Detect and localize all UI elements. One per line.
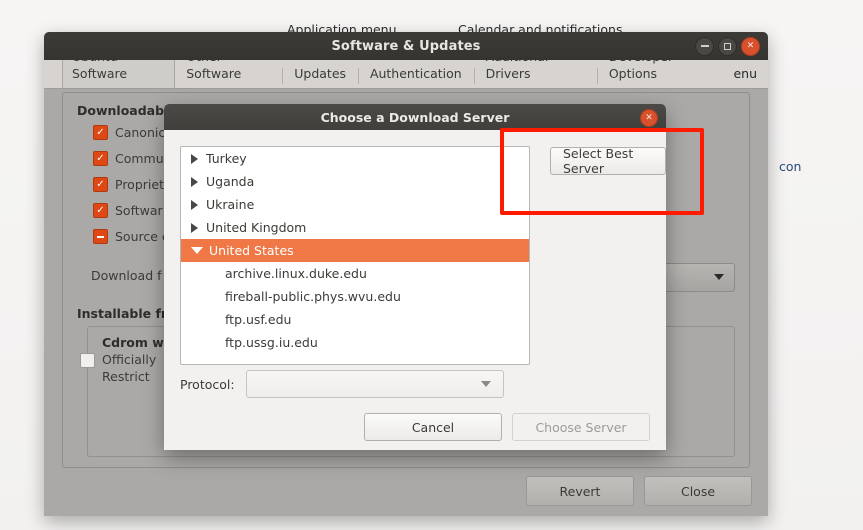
list-item-label: Turkey (206, 151, 247, 166)
window-title: Software & Updates (331, 38, 481, 54)
tab-separator (282, 68, 284, 84)
maximize-button[interactable] (718, 36, 737, 56)
tab-authentication[interactable]: Authentication (360, 61, 472, 88)
list-item-label: archive.linux.duke.edu (225, 266, 367, 281)
protocol-row: Protocol: (180, 370, 504, 398)
checkbox-checked-icon: ✓ (93, 151, 108, 166)
tab-overflow-fragment[interactable]: enu (723, 61, 767, 88)
chevron-down-icon (480, 381, 491, 387)
chevron-right-icon (191, 222, 198, 233)
checkbox-mixed-icon (93, 229, 108, 244)
download-from-label: Download f (91, 268, 162, 283)
list-item-country[interactable]: Turkey (181, 147, 529, 170)
tab-separator (358, 68, 359, 84)
checkbox-checked-icon: ✓ (93, 177, 108, 192)
close-icon: ✕ (746, 40, 755, 51)
tab-updates[interactable]: Updates (284, 61, 356, 88)
window-titlebar[interactable]: Software & Updates ✕ (44, 32, 768, 60)
chevron-right-icon (191, 153, 198, 164)
minimize-button[interactable] (695, 36, 714, 56)
close-button[interactable]: Close (644, 476, 752, 506)
checkbox-checked-icon: ✓ (93, 203, 108, 218)
select-best-server-button[interactable]: Select Best Server (550, 146, 666, 176)
cancel-button[interactable]: Cancel (364, 413, 502, 441)
dialog-close-button[interactable]: ✕ (640, 109, 658, 127)
source-checkbox-software[interactable]: ✓ Softwar (93, 203, 163, 218)
source-checkbox-canonical[interactable]: ✓ Canonica (93, 125, 173, 140)
select-best-server-wrap: Select Best Server (550, 146, 666, 176)
chevron-down-icon (191, 247, 203, 254)
installable-heading: Installable fr (77, 306, 168, 321)
source-label: Softwar (115, 203, 163, 218)
list-item-country[interactable]: United Kingdom (181, 216, 529, 239)
source-checkbox-proprietary[interactable]: ✓ Propriet (93, 177, 164, 192)
minimize-icon (700, 45, 709, 47)
source-checkbox-community[interactable]: ✓ Commun (93, 151, 172, 166)
list-item-label: Ukraine (206, 197, 255, 212)
revert-button[interactable]: Revert (526, 476, 634, 506)
tab-separator (473, 68, 475, 84)
checkbox-checked-icon: ✓ (93, 125, 108, 140)
cdrom-checkbox[interactable] (80, 353, 95, 368)
list-item-label: United States (209, 243, 294, 258)
chevron-right-icon (191, 199, 198, 210)
dialog-titlebar[interactable]: Choose a Download Server ✕ (164, 104, 666, 130)
list-item-label: ftp.ussg.iu.edu (225, 335, 318, 350)
source-checkbox-source-code[interactable]: Source c (93, 229, 169, 244)
dialog-actions: Cancel Choose Server (364, 413, 650, 441)
desktop-label-icon-fragment: con (779, 159, 802, 174)
chevron-down-icon (714, 274, 724, 280)
tab-bar: Ubuntu Software Other Software Updates A… (44, 44, 768, 89)
cdrom-title: Cdrom w (102, 335, 164, 350)
cdrom-line-1: Officially (102, 352, 157, 367)
chevron-right-icon (191, 176, 198, 187)
dialog-title: Choose a Download Server (320, 109, 510, 125)
window-controls: ✕ (695, 32, 760, 60)
list-item-mirror[interactable]: ftp.usf.edu (181, 308, 529, 331)
window-close-button[interactable]: ✕ (741, 36, 760, 56)
list-item-mirror[interactable]: fireball-public.phys.wvu.edu (181, 285, 529, 308)
maximize-icon (724, 42, 731, 50)
source-label: Source c (115, 229, 169, 244)
list-item-country[interactable]: Uganda (181, 170, 529, 193)
list-item-country-selected[interactable]: United States (181, 239, 529, 262)
window-footer: Revert Close (526, 476, 752, 506)
choose-download-server-dialog: Choose a Download Server ✕ Turkey Uganda… (164, 104, 666, 450)
protocol-select[interactable] (245, 370, 504, 398)
list-item-label: fireball-public.phys.wvu.edu (225, 289, 401, 304)
list-item-mirror[interactable]: ftp.ussg.iu.edu (181, 331, 529, 354)
close-icon: ✕ (645, 113, 653, 123)
cdrom-line-2: Restrict (102, 369, 150, 384)
list-item-mirror[interactable]: archive.linux.duke.edu (181, 262, 529, 285)
checkbox-empty-icon (80, 353, 95, 368)
source-label: Propriet (115, 177, 164, 192)
list-item-country[interactable]: Ukraine (181, 193, 529, 216)
choose-server-button: Choose Server (512, 413, 650, 441)
list-item-label: Uganda (206, 174, 255, 189)
protocol-label: Protocol: (180, 376, 235, 392)
list-item-label: ftp.usf.edu (225, 312, 292, 327)
list-item-label: United Kingdom (206, 220, 307, 235)
server-list[interactable]: Turkey Uganda Ukraine United Kingdom Uni… (180, 146, 530, 365)
downloadable-heading: Downloadab (77, 103, 165, 118)
tab-separator (596, 68, 598, 84)
dialog-body: Turkey Uganda Ukraine United Kingdom Uni… (164, 130, 666, 450)
